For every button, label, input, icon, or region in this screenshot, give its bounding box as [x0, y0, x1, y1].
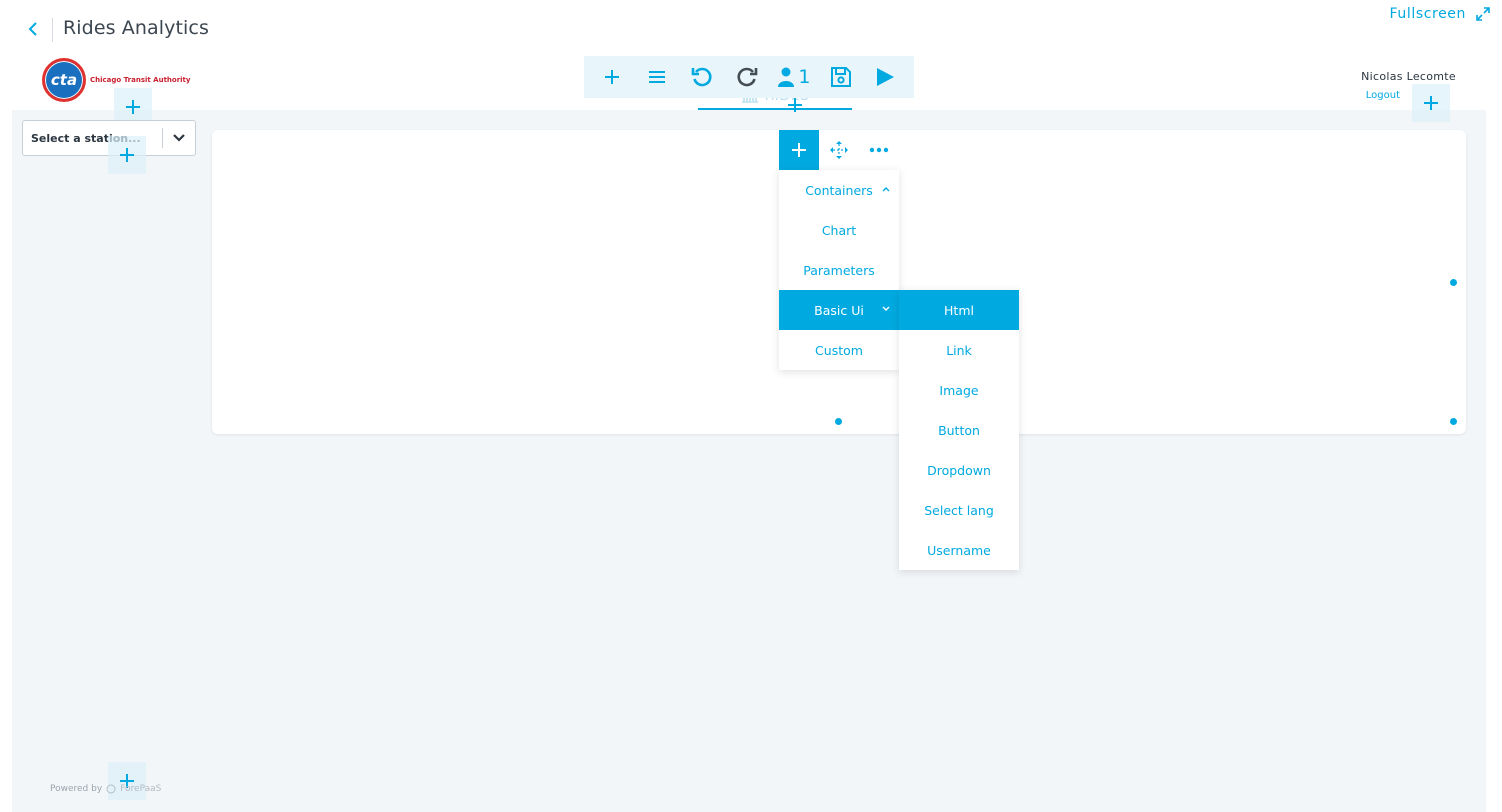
chevron-down-icon: [882, 306, 890, 311]
title-divider: [52, 18, 53, 42]
dashboard-canvas: cta Chicago Transit Authority RIDES 1: [12, 56, 1486, 812]
user-name: Nicolas Lecomte: [1361, 70, 1456, 83]
resize-handle-right[interactable]: [1450, 279, 1457, 286]
forepaas-brand: ForePaaS: [120, 784, 162, 794]
select-toggle[interactable]: [163, 134, 195, 142]
chevron-up-icon: [882, 187, 890, 192]
add-component-button[interactable]: [779, 130, 819, 170]
menu-item-custom[interactable]: Custom: [779, 330, 899, 370]
undo-button[interactable]: [687, 62, 717, 92]
expand-icon: [1476, 7, 1490, 21]
layers-button[interactable]: [642, 62, 672, 92]
forepaas-logo-icon: [106, 784, 116, 794]
page-title: Rides Analytics: [63, 17, 209, 39]
logout-link[interactable]: Logout: [1366, 90, 1400, 101]
plus-icon: [792, 143, 806, 157]
add-component-menu: Containers Chart Parameters Basic Ui Cus…: [779, 170, 899, 370]
submenu-item-dropdown[interactable]: Dropdown: [899, 450, 1019, 490]
menu-item-label: Containers: [805, 182, 873, 198]
menu-item-containers[interactable]: Containers: [779, 170, 899, 210]
add-zone-button[interactable]: [108, 136, 146, 174]
add-zone-button[interactable]: [776, 91, 814, 119]
chevron-down-icon: [173, 134, 185, 142]
save-icon: [830, 67, 851, 87]
redo-icon: [737, 67, 758, 87]
active-users[interactable]: 1: [777, 66, 811, 88]
submenu-item-image[interactable]: Image: [899, 370, 1019, 410]
add-button[interactable]: [597, 62, 627, 92]
users-count: 1: [798, 66, 811, 88]
play-icon: [877, 68, 895, 86]
submenu-item-select-lang[interactable]: Select lang: [899, 490, 1019, 530]
plus-icon: [120, 148, 134, 162]
menu-icon: [649, 71, 666, 83]
move-button[interactable]: [819, 130, 859, 170]
submenu-item-button[interactable]: Button: [899, 410, 1019, 450]
add-zone-button[interactable]: [1412, 84, 1450, 122]
menu-item-label: Custom: [815, 342, 863, 358]
plus-icon: [788, 98, 802, 112]
top-bar: Rides Analytics Fullscreen: [0, 0, 1502, 58]
add-zone-button[interactable]: [108, 762, 146, 800]
powered-by-label: Powered by: [50, 784, 103, 794]
fullscreen-button[interactable]: Fullscreen: [1390, 6, 1490, 22]
menu-item-label: Chart: [821, 222, 857, 238]
more-options-button[interactable]: [859, 130, 899, 170]
powered-by-footer: Powered by ForePaaS: [50, 784, 161, 794]
undo-icon: [692, 67, 712, 87]
more-icon: [869, 147, 889, 153]
back-button[interactable]: [24, 18, 42, 40]
move-icon: [830, 141, 848, 159]
menu-item-label: Basic Ui: [814, 302, 864, 318]
plus-icon: [126, 100, 140, 114]
submenu-item-link[interactable]: Link: [899, 330, 1019, 370]
dashboard-header: cta Chicago Transit Authority RIDES 1: [12, 56, 1486, 110]
logo-text: Chicago Transit Authority: [90, 76, 191, 84]
resize-handle-bottom[interactable]: [835, 418, 842, 425]
plus-icon: [1424, 96, 1438, 110]
menu-item-label: Parameters: [803, 262, 875, 278]
submenu-item-username[interactable]: Username: [899, 530, 1019, 570]
chevron-left-icon: [28, 22, 37, 36]
user-icon: [778, 67, 795, 87]
resize-handle-corner[interactable]: [1450, 418, 1457, 425]
redo-button[interactable]: [732, 62, 762, 92]
plus-icon: [605, 70, 620, 84]
fullscreen-label: Fullscreen: [1389, 6, 1466, 22]
menu-item-parameters[interactable]: Parameters: [779, 250, 899, 290]
preview-button[interactable]: [870, 62, 900, 92]
basic-ui-submenu: Html Link Image Button Dropdown Select l…: [899, 290, 1019, 570]
submenu-item-html[interactable]: Html: [899, 290, 1019, 330]
container-tools: [779, 130, 899, 170]
save-button[interactable]: [826, 62, 856, 92]
menu-item-chart[interactable]: Chart: [779, 210, 899, 250]
menu-item-basic-ui[interactable]: Basic Ui: [779, 290, 899, 330]
editor-toolbar: 1: [584, 56, 914, 98]
logo-mark: cta: [42, 58, 86, 102]
